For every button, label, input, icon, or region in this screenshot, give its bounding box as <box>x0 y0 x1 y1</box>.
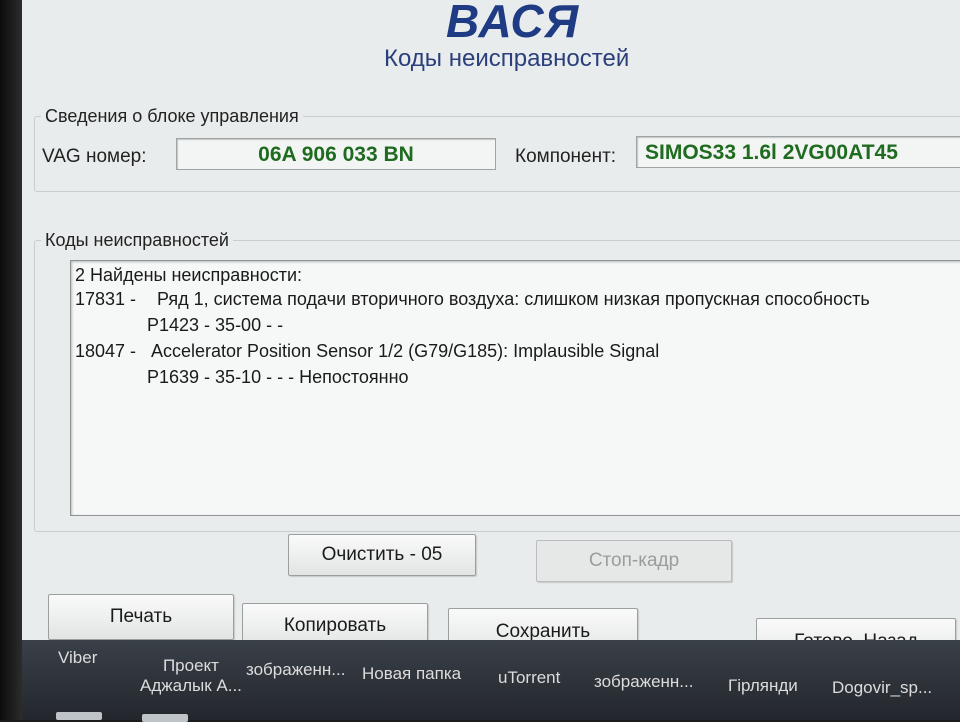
fault-description: Ряд 1, система подачи вторичного воздуха… <box>157 289 870 309</box>
taskbar-item-label: Проект <box>162 656 219 675</box>
monitor-bezel <box>0 0 22 720</box>
fault-detail: P1423 - 35-00 - - <box>147 315 284 335</box>
taskbar-item-dogovir[interactable]: Dogovir_sp... <box>832 678 932 698</box>
fault-codes-list[interactable]: 2 Найдены неисправности: 17831 - Ряд 1, … <box>70 260 960 516</box>
screen-subtitle: Коды неисправностей <box>384 45 630 72</box>
fault-code: 17831 - <box>75 289 137 309</box>
app-title: ВАСЯ <box>446 0 580 47</box>
component-field[interactable]: SIMOS33 1.6l 2VG00AT45 <box>636 136 960 168</box>
vag-number-label: VAG номер: <box>42 146 147 167</box>
taskbar-app-icon[interactable] <box>56 712 102 720</box>
taskbar-item-images[interactable]: зображенн... <box>246 660 345 680</box>
taskbar-item-garlands[interactable]: Гірлянди <box>728 676 798 696</box>
component-label: Компонент: <box>515 146 617 167</box>
clear-codes-button[interactable]: Очистить - 05 <box>288 534 476 576</box>
fault-description: Accelerator Position Sensor 1/2 (G79/G18… <box>151 341 660 361</box>
taskbar-item-utorrent[interactable]: uTorrent <box>498 668 560 688</box>
faults-summary: 2 Найдены неисправности: <box>75 265 303 285</box>
print-button[interactable]: Печать <box>48 594 234 640</box>
taskbar-item-project[interactable]: Проект Аджалык А... <box>140 656 242 696</box>
fault-detail: P1639 - 35-10 - - - Непостоянно <box>147 367 409 387</box>
freeze-frame-button[interactable]: Стоп-кадр <box>536 540 732 582</box>
vag-number-field[interactable]: 06A 906 033 BN <box>176 138 496 170</box>
taskbar: Viber Проект Аджалык А... зображенн... Н… <box>22 640 960 722</box>
taskbar-item-images-2[interactable]: зображенн... <box>594 672 693 692</box>
taskbar-item-new-folder[interactable]: Новая папка <box>362 664 461 684</box>
control-unit-legend: Сведения о блоке управления <box>45 106 299 126</box>
fault-codes-window: ВАСЯ Коды неисправностей Сведения о блок… <box>0 0 960 662</box>
taskbar-item-viber[interactable]: Viber <box>58 648 97 668</box>
taskbar-app-icon[interactable] <box>142 714 188 722</box>
taskbar-item-label: Аджалык А... <box>140 676 242 695</box>
fault-code: 18047 - <box>75 341 137 361</box>
fault-codes-legend: Коды неисправностей <box>45 230 229 250</box>
